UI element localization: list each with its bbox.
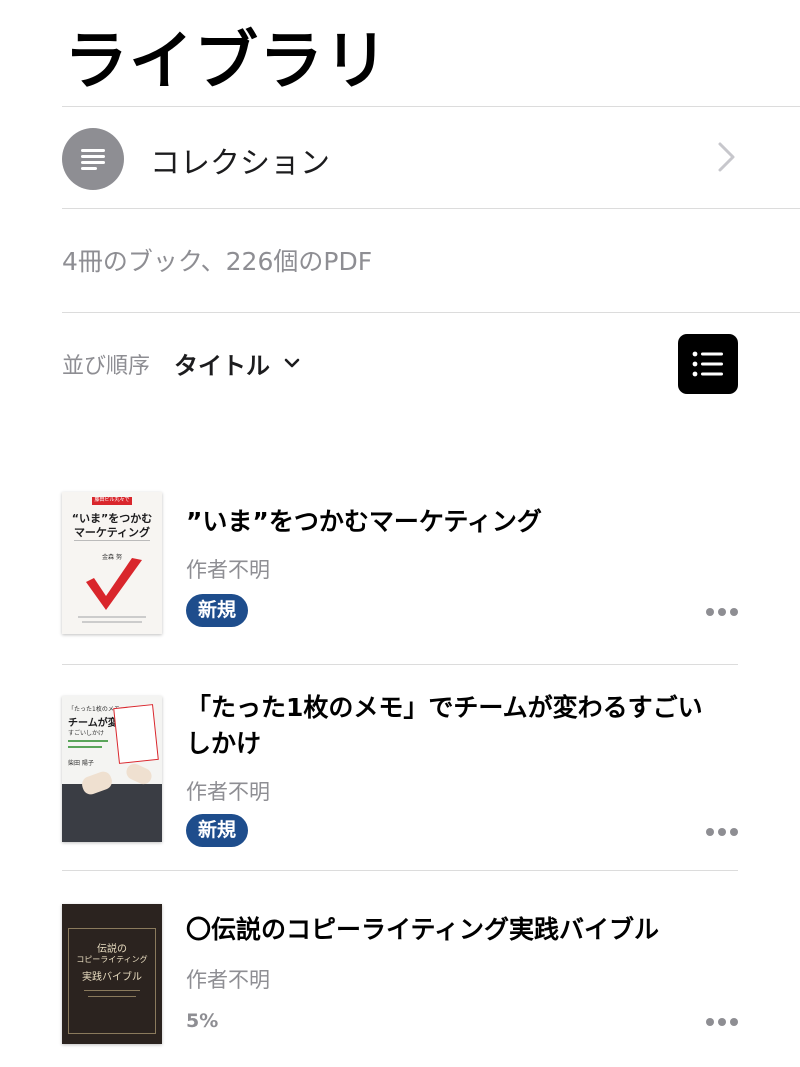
new-badge: 新規	[186, 814, 249, 847]
divider	[62, 312, 800, 313]
cover-text: 実践バイブル	[82, 972, 142, 983]
new-badge: 新規	[186, 594, 249, 627]
more-options-icon[interactable]	[704, 824, 740, 838]
library-screen: ライブラリ コレクション 4冊のブック、226個のPDF 並び順序 タイトル 藤…	[0, 0, 800, 1067]
book-row[interactable]: 「たった1枚のメモ」で チームが変わる すごいしかけ 柴田 陽子 「たった1枚の…	[62, 693, 740, 868]
divider	[62, 664, 738, 665]
chevron-right-icon	[716, 140, 738, 178]
cover-text: コピーライティング	[76, 955, 148, 964]
sort-label: 並び順序	[62, 354, 151, 379]
list-view-icon	[692, 351, 723, 377]
book-author: 作者不明	[186, 968, 270, 992]
divider	[62, 870, 738, 871]
book-row[interactable]: 伝説の コピーライティング 実践バイブル 〇伝説のコピーライティング実践バイブル…	[62, 904, 738, 1054]
book-author: 作者不明	[186, 558, 270, 582]
collections-label: コレクション	[150, 146, 330, 181]
checkmark-graphic	[86, 558, 142, 610]
book-cover: 藤田ビル丸々で “いま”をつかむ マーケティング 金森 努	[62, 492, 162, 634]
collections-icon	[62, 128, 124, 190]
book-title: 〇伝説のコピーライティング実践バイブル	[186, 915, 660, 944]
book-author: 作者不明	[186, 780, 270, 804]
collections-row[interactable]: コレクション	[62, 128, 800, 190]
cover-text: 藤田ビル丸々で	[94, 497, 130, 503]
list-view-toggle-button[interactable]	[678, 334, 738, 394]
library-count: 4冊のブック、226個のPDF	[62, 247, 373, 276]
book-title: 「たった1枚のメモ」でチームが変わるすごいしかけ	[186, 693, 703, 758]
divider	[62, 208, 800, 209]
chevron-down-icon	[284, 354, 300, 373]
reading-progress: 5%	[186, 1010, 219, 1032]
sort-selector[interactable]: タイトル	[174, 346, 300, 381]
page-title: ライブラリ	[64, 25, 389, 99]
book-cover: 伝説の コピーライティング 実践バイブル	[62, 904, 162, 1044]
more-options-icon[interactable]	[704, 604, 740, 618]
more-options-icon[interactable]	[704, 1014, 740, 1028]
divider	[62, 106, 800, 107]
sort-value: タイトル	[174, 352, 270, 380]
book-title: ”いま”をつかむマーケティング	[186, 507, 542, 536]
book-cover: 「たった1枚のメモ」で チームが変わる すごいしかけ 柴田 陽子	[62, 696, 162, 842]
book-row[interactable]: 藤田ビル丸々で “いま”をつかむ マーケティング 金森 努 ”いま”をつかむマー…	[62, 492, 738, 664]
cover-text: 伝説の	[97, 944, 127, 955]
cover-text: マーケティング	[73, 526, 151, 539]
